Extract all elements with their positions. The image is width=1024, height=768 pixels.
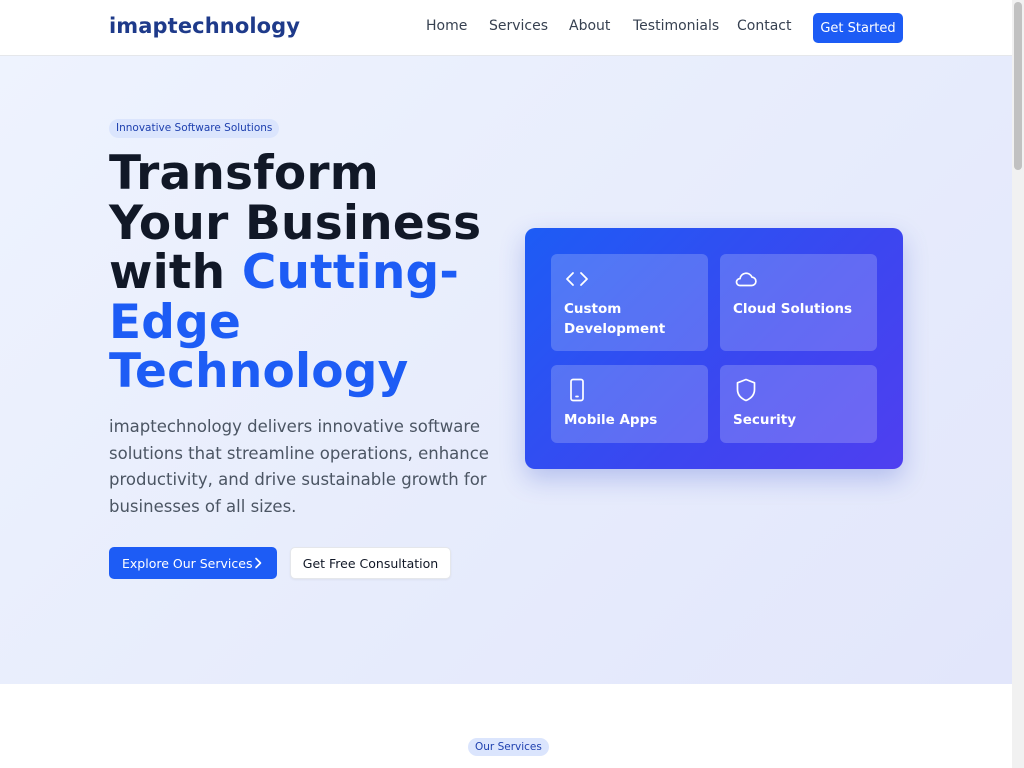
- hero-badge: Innovative Software Solutions: [109, 119, 280, 138]
- nav-link-testimonials[interactable]: Testimonials: [633, 18, 719, 34]
- tile-mobile-apps[interactable]: Mobile Apps: [551, 365, 708, 443]
- page: imaptechnology Home Services About Testi…: [0, 0, 1012, 768]
- hero-section: Innovative Software Solutions Transform …: [0, 56, 1012, 684]
- tile-custom-development[interactable]: Custom Development: [551, 254, 708, 351]
- get-started-button[interactable]: Get Started: [813, 13, 903, 43]
- nav-link-about[interactable]: About: [569, 18, 610, 34]
- tile-security[interactable]: Security: [720, 365, 877, 443]
- hero-description: imaptechnology delivers innovative softw…: [109, 417, 489, 517]
- tile-cloud-solutions[interactable]: Cloud Solutions: [720, 254, 877, 351]
- cloud-icon: [735, 272, 757, 287]
- shield-icon: [736, 378, 756, 402]
- page-scrollbar[interactable]: [1012, 0, 1024, 768]
- nav-link-services[interactable]: Services: [489, 18, 548, 34]
- services-section-badge: Our Services: [468, 738, 549, 756]
- tile-label-mobile-apps: Mobile Apps: [564, 412, 658, 428]
- tile-label-custom-development: Custom Development: [564, 301, 666, 337]
- free-consultation-button[interactable]: Get Free Consultation: [290, 547, 451, 579]
- smartphone-icon: [570, 378, 584, 402]
- nav-link-contact[interactable]: Contact: [737, 18, 791, 34]
- tile-label-cloud-solutions: Cloud Solutions: [733, 301, 853, 317]
- hero-title: Transform Your Business with Cutting-Edg…: [109, 149, 519, 397]
- chevron-right-icon: [255, 557, 262, 569]
- explore-services-label: Explore Our Services: [122, 555, 253, 571]
- brand-logo[interactable]: imaptechnology: [109, 14, 300, 38]
- hero-title-line3: with: [109, 245, 242, 300]
- hero-title-line2: Your Business: [109, 195, 482, 251]
- nav-link-home[interactable]: Home: [426, 18, 467, 34]
- hero-title-line1: Transform: [109, 146, 379, 201]
- scrollbar-thumb[interactable]: [1014, 2, 1022, 170]
- explore-services-button[interactable]: Explore Our Services: [109, 547, 277, 579]
- feature-card: Custom Development Cloud Solutions Mobil…: [525, 228, 903, 469]
- code-icon: [566, 272, 588, 286]
- tile-label-security: Security: [733, 412, 797, 428]
- site-header: imaptechnology Home Services About Testi…: [0, 0, 1012, 56]
